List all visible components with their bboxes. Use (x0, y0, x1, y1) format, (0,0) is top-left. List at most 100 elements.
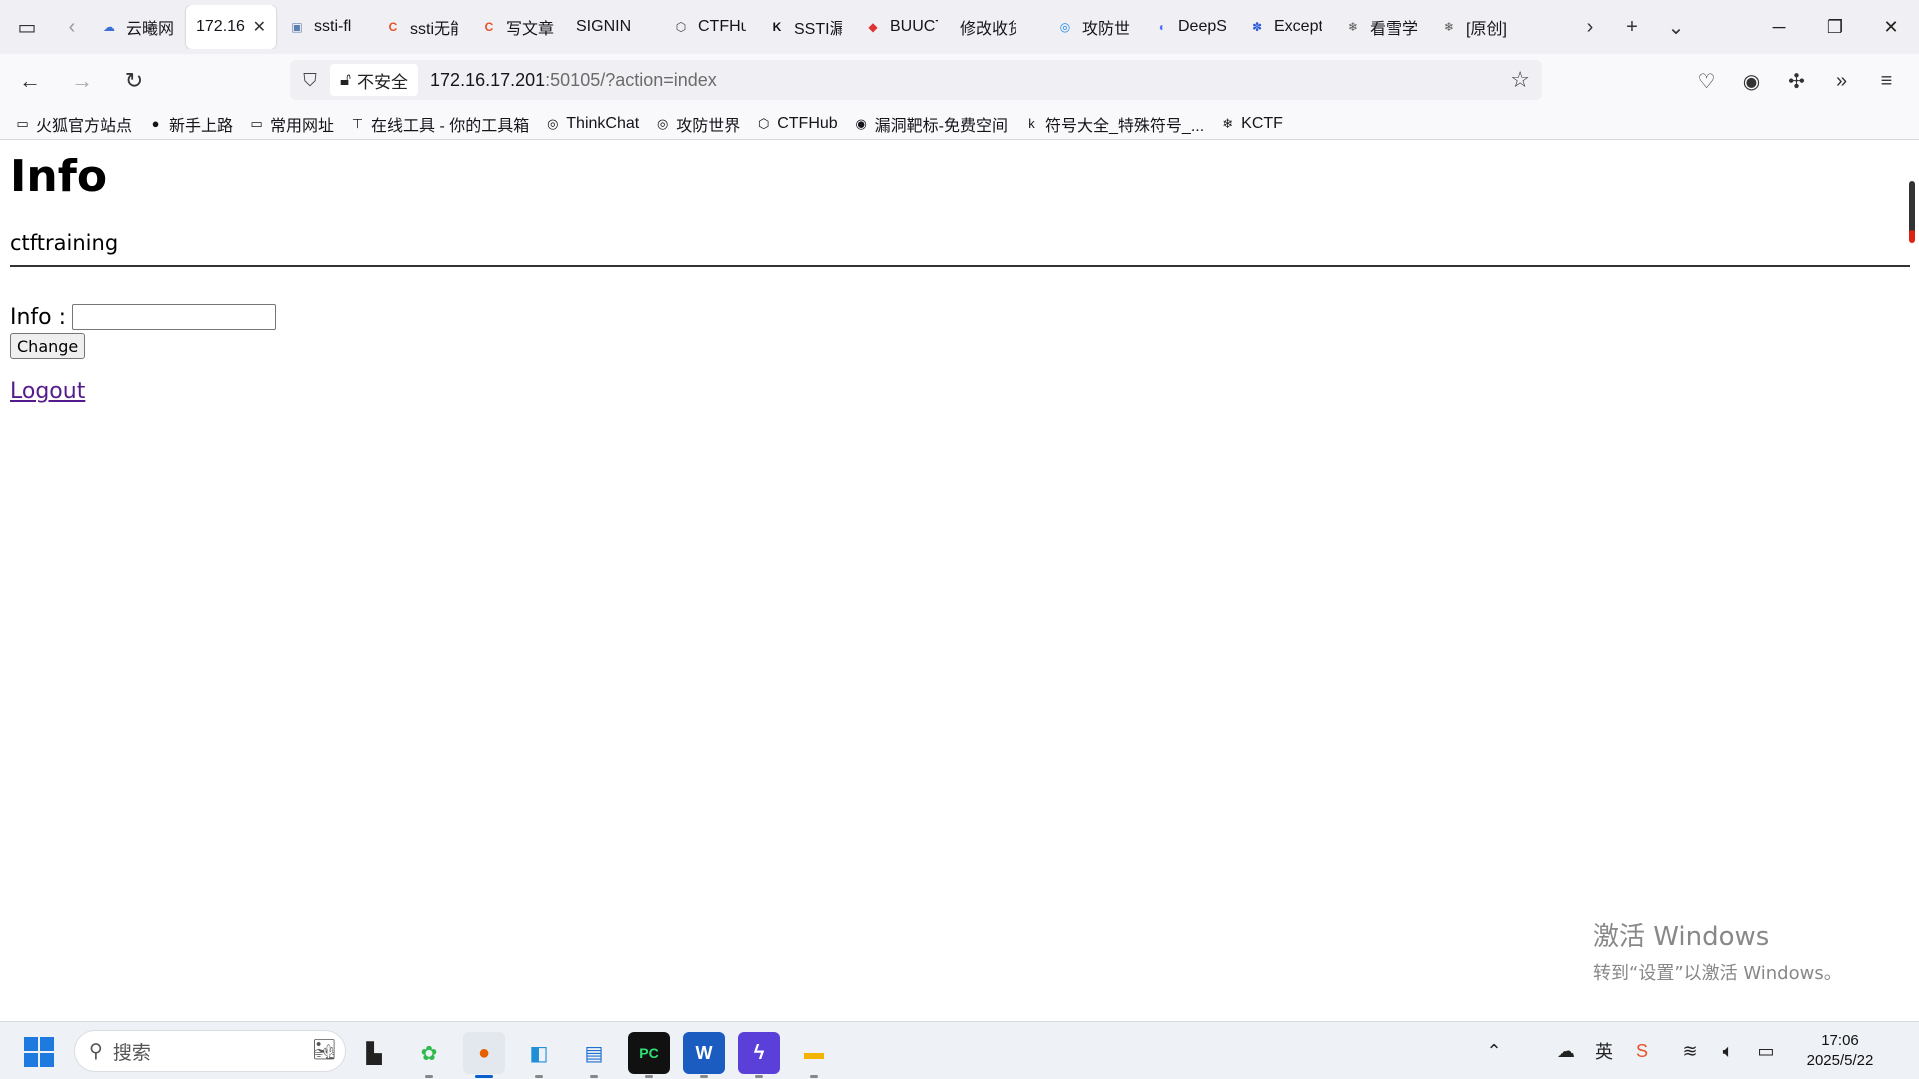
windows-start-icon[interactable] (24, 1037, 54, 1067)
bookmark-item[interactable]: ⊤ 在线工具 - 你的工具箱 (349, 112, 529, 136)
taskbar-search[interactable]: ⚲ 搜索 🏜︎ (74, 1030, 346, 1072)
sogou-icon[interactable]: S (1623, 1041, 1661, 1062)
bookmark-item[interactable]: k 符号大全_特殊符号_... (1023, 112, 1204, 136)
tab-overview-icon[interactable]: ▭ (0, 0, 54, 54)
snowflake-icon: ❄ (1222, 115, 1234, 131)
pycharm-icon[interactable]: PC (628, 1032, 670, 1078)
bookmark-label: 常用网址 (270, 117, 335, 135)
firefox-icon[interactable]: ● (463, 1032, 505, 1078)
tracking-shield-icon[interactable]: ⛉ (290, 70, 330, 91)
tab-13[interactable]: ❄ 看雪学 (1334, 5, 1428, 49)
tab-10[interactable]: ◎ 攻防世界 (1046, 5, 1140, 49)
search-highlight-icon: 🏜︎ (311, 1039, 337, 1061)
taskbar: ⚲ 搜索 🏜︎ ▙ ✿ ● ◧ ▤ PC W ϟ ▬ ⌃ ☁ 英 S ≋ 🔈︎ … (0, 1021, 1919, 1079)
page-title: Info (10, 151, 108, 202)
bookmark-item[interactable]: ▭ 常用网址 (248, 112, 334, 136)
extensions-icon[interactable]: ✣ (1774, 59, 1819, 103)
tab-label: 云曦网 (126, 21, 174, 38)
cube-icon: ⬡ (675, 20, 687, 34)
tab-5[interactable]: SIGNIN (566, 5, 660, 49)
url-host: 172.16.17.201 (430, 69, 546, 90)
onedrive-icon[interactable]: ☁ (1547, 1041, 1585, 1062)
url-text[interactable]: 172.16.17.201:50105/?action=index (430, 70, 717, 91)
close-tab-icon[interactable]: ✕ (253, 17, 266, 37)
tab-8[interactable]: ◆ BUUCTF (854, 5, 948, 49)
tab-14[interactable]: ❄ [原创] (1430, 5, 1524, 49)
overflow-chevrons-icon[interactable]: » (1819, 59, 1864, 103)
burp-icon[interactable]: ϟ (738, 1032, 780, 1078)
info-input[interactable] (72, 304, 277, 330)
tab-11[interactable]: ◖ DeepSeek (1142, 5, 1236, 49)
folder-icon: ▭ (16, 115, 29, 131)
insecure-lock-icon: 🔓︎ (340, 70, 352, 89)
bookmark-item[interactable]: ⬡ CTFHub (755, 114, 838, 133)
tab-4[interactable]: C 写文章 (470, 5, 564, 49)
url-path: :50105/?action=index (545, 69, 717, 90)
language-icon[interactable]: 英 (1585, 1038, 1623, 1064)
tab-9[interactable]: 修改收货地 (950, 5, 1044, 49)
bookmark-label: 攻防世界 (676, 117, 741, 135)
address-bar[interactable]: ⛉ 🔓︎ 不安全 172.16.17.201:50105/?action=ind… (290, 60, 1542, 100)
close-window-icon[interactable]: ✕ (1863, 0, 1919, 54)
tab-7[interactable]: K SSTI漏 (758, 5, 852, 49)
account-icon[interactable]: ◉ (1729, 59, 1774, 103)
notepad-icon[interactable]: ▤ (573, 1032, 615, 1078)
restore-icon[interactable]: ❐ (1807, 0, 1863, 54)
scroll-indicator[interactable] (1909, 181, 1915, 243)
tool-icon: ⊤ (351, 115, 364, 131)
bookmark-label: 新手上路 (169, 117, 234, 135)
reload-icon[interactable]: ↻ (112, 59, 156, 103)
logout-link[interactable]: Logout (10, 379, 85, 404)
bookmark-item[interactable]: ◎ ThinkChat (544, 115, 639, 133)
minimize-icon[interactable]: ─ (1751, 0, 1807, 54)
tab-label: DeepSeek (1178, 18, 1226, 35)
tab-1[interactable]: 172.16. ✕ (186, 5, 276, 49)
bookmark-item[interactable]: ● 新手上路 (147, 112, 233, 136)
tab-label: [原创] (1466, 21, 1507, 38)
tab-label: 修改收货地 (960, 21, 1016, 38)
search-placeholder: 搜索 (112, 1042, 151, 1064)
virtual-machine-icon[interactable]: ◧ (518, 1032, 560, 1078)
search-icon: ⚲ (89, 1040, 103, 1062)
tab-scroll-left-icon[interactable]: ‹ (54, 0, 90, 54)
bookmark-label: 漏洞靶标-免费空间 (874, 117, 1009, 135)
bookmark-item[interactable]: ❄ KCTF (1219, 115, 1283, 133)
tab-scroll-right-icon[interactable]: › (1570, 0, 1610, 54)
show-hidden-icons-icon[interactable]: ⌃ (1475, 1041, 1513, 1062)
task-view-icon[interactable]: ▙ (353, 1032, 395, 1074)
username-text: ctftraining (10, 231, 119, 255)
menu-icon[interactable]: ≡ (1864, 59, 1909, 103)
whale-icon: ◖ (1157, 20, 1165, 34)
volume-icon[interactable]: 🔈︎ (1709, 1041, 1747, 1062)
new-tab-icon[interactable]: + (1610, 0, 1654, 54)
tab-2[interactable]: ▣ ssti-fl (278, 5, 372, 49)
cube-icon: ⬡ (758, 115, 770, 131)
bookmark-star-icon[interactable]: ☆ (1510, 67, 1530, 93)
pocket-icon[interactable]: ♡ (1684, 59, 1729, 103)
tab-0[interactable]: ☁ 云曦网 (90, 5, 184, 49)
bookmark-item[interactable]: ▭ 火狐官方站点 (14, 112, 132, 136)
word-icon[interactable]: W (683, 1032, 725, 1078)
tab-label: ssti-fl (314, 18, 352, 35)
page-content: Info ctftraining Info : Change Logout 激活… (0, 141, 1919, 1021)
change-button[interactable]: Change (10, 333, 86, 359)
back-icon[interactable]: ← (8, 59, 52, 103)
wifi-icon[interactable]: ≋ (1671, 1041, 1709, 1062)
cloud-icon: ☁ (103, 20, 115, 34)
target-icon: ◉ (855, 115, 867, 131)
tab-12[interactable]: ✽ Exception (1238, 5, 1332, 49)
bookmark-label: CTFHub (777, 114, 838, 132)
tab-3[interactable]: Cssti无能 (374, 5, 468, 49)
battery-icon[interactable]: ▭ (1747, 1041, 1785, 1062)
tab-list-icon[interactable]: ⌄ (1654, 0, 1698, 54)
forward-icon[interactable]: → (60, 59, 104, 103)
file-explorer-icon[interactable]: ▬ (793, 1032, 835, 1078)
bookmark-item[interactable]: ◎ 攻防世界 (654, 112, 740, 136)
wechat-icon[interactable]: ✿ (408, 1032, 450, 1078)
tab-label: 172.16. (196, 18, 245, 35)
tab-6[interactable]: ⬡ CTFHub (662, 5, 756, 49)
clock[interactable]: 17:06 2025/5/22 (1785, 1031, 1895, 1071)
connection-insecure-badge[interactable]: 🔓︎ 不安全 (330, 64, 419, 96)
bookmark-item[interactable]: ◉ 漏洞靶标-免费空间 (853, 112, 1009, 136)
bookmark-label: 火狐官方站点 (36, 117, 133, 135)
